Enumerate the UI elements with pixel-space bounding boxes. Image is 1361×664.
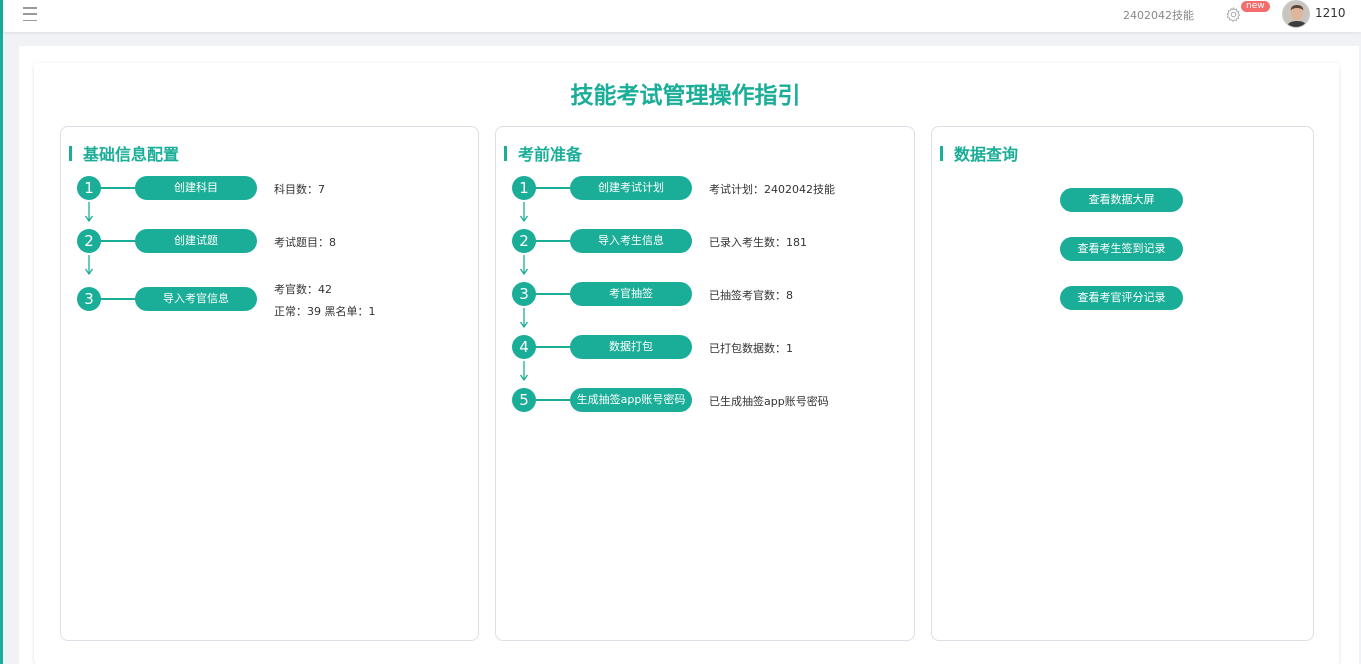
step-examiner-draw: 3 考官抽签 已抽签考官数：8 bbox=[512, 282, 902, 308]
step-number: 4 bbox=[512, 335, 536, 359]
step-number: 3 bbox=[512, 282, 536, 306]
import-candidates-button[interactable]: 导入考生信息 bbox=[570, 229, 692, 253]
create-questions-button[interactable]: 创建试题 bbox=[135, 229, 257, 253]
heading-bar bbox=[504, 145, 507, 161]
generate-app-account-button[interactable]: 生成抽签app账号密码 bbox=[570, 388, 692, 412]
step-connector bbox=[534, 346, 572, 348]
arrow-down-icon bbox=[519, 308, 529, 329]
arrow-down-icon bbox=[519, 255, 529, 276]
step-connector bbox=[99, 240, 137, 242]
examiner-status-count: 正常：39 黑名单：1 bbox=[274, 305, 376, 318]
panel-pre-exam: 考前准备 1 创建考试计划 考试计划：2402042技能 2 导入考生信息 已录… bbox=[495, 126, 915, 641]
user-id[interactable]: 1210 bbox=[1315, 6, 1346, 20]
arrow-down-icon bbox=[519, 202, 529, 223]
step-number: 2 bbox=[77, 229, 101, 253]
step-number: 3 bbox=[77, 287, 101, 311]
step-create-exam-plan: 1 创建考试计划 考试计划：2402042技能 bbox=[512, 176, 902, 202]
heading-bar bbox=[69, 145, 72, 161]
subject-count: 科目数：7 bbox=[274, 183, 325, 196]
arrow-down-icon bbox=[84, 255, 94, 276]
step-data-package: 4 数据打包 已打包数据数：1 bbox=[512, 335, 902, 361]
data-package-button[interactable]: 数据打包 bbox=[570, 335, 692, 359]
panel-title: 基础信息配置 bbox=[83, 145, 180, 164]
drawn-examiner-count: 已抽签考官数：8 bbox=[709, 289, 793, 302]
step-connector bbox=[99, 298, 137, 300]
step-create-subject: 1 创建科目 科目数：7 bbox=[77, 176, 467, 202]
step-connector bbox=[534, 240, 572, 242]
exam-plan-info: 考试计划：2402042技能 bbox=[709, 183, 835, 196]
step-number: 1 bbox=[77, 176, 101, 200]
new-badge: new bbox=[1241, 1, 1270, 12]
heading-bar bbox=[940, 145, 943, 161]
page-title: 技能考试管理操作指引 bbox=[570, 83, 801, 109]
gear-icon[interactable] bbox=[1225, 6, 1242, 23]
examiner-count: 考官数：42 bbox=[274, 283, 332, 296]
step-connector bbox=[534, 187, 572, 189]
create-exam-plan-button[interactable]: 创建考试计划 bbox=[570, 176, 692, 200]
question-count: 考试题目：8 bbox=[274, 236, 336, 249]
panel-heading: 基础信息配置 bbox=[69, 143, 180, 164]
arrow-down-icon bbox=[519, 361, 529, 382]
step-number: 1 bbox=[512, 176, 536, 200]
panel-title: 数据查询 bbox=[954, 145, 1019, 164]
step-number: 5 bbox=[512, 388, 536, 412]
candidate-count: 已录入考生数：181 bbox=[709, 236, 807, 249]
import-examiners-button[interactable]: 导入考官信息 bbox=[135, 287, 257, 311]
panel-title: 考前准备 bbox=[518, 145, 583, 164]
panel-basic-config: 基础信息配置 1 创建科目 科目数：7 2 创建试题 考试题目：8 3 导入考官… bbox=[60, 126, 479, 641]
view-checkin-records-button[interactable]: 查看考生签到记录 bbox=[1060, 237, 1183, 261]
panel-heading: 考前准备 bbox=[504, 143, 583, 164]
menu-icon[interactable] bbox=[23, 7, 37, 21]
panel-data-query: 数据查询 查看数据大屏 查看考生签到记录 查看考官评分记录 bbox=[931, 126, 1314, 641]
step-import-examiners: 3 导入考官信息 考官数：42 正常：39 黑名单：1 bbox=[77, 283, 467, 331]
panel-heading: 数据查询 bbox=[940, 143, 1019, 164]
view-data-screen-button[interactable]: 查看数据大屏 bbox=[1060, 188, 1183, 212]
create-subject-button[interactable]: 创建科目 bbox=[135, 176, 257, 200]
step-generate-app-account: 5 生成抽签app账号密码 已生成抽签app账号密码 bbox=[512, 388, 902, 414]
step-create-questions: 2 创建试题 考试题目：8 bbox=[77, 229, 467, 255]
step-import-candidates: 2 导入考生信息 已录入考生数：181 bbox=[512, 229, 902, 255]
step-connector bbox=[534, 399, 572, 401]
packaged-data-count: 已打包数据数：1 bbox=[709, 342, 793, 355]
arrow-down-icon bbox=[84, 202, 94, 223]
app-account-status: 已生成抽签app账号密码 bbox=[709, 395, 829, 408]
current-exam-name[interactable]: 2402042技能 bbox=[1123, 7, 1194, 23]
step-connector bbox=[99, 187, 137, 189]
step-number: 2 bbox=[512, 229, 536, 253]
step-connector bbox=[534, 293, 572, 295]
examiner-draw-button[interactable]: 考官抽签 bbox=[570, 282, 692, 306]
view-scoring-records-button[interactable]: 查看考官评分记录 bbox=[1060, 286, 1183, 310]
avatar[interactable] bbox=[1282, 0, 1310, 28]
